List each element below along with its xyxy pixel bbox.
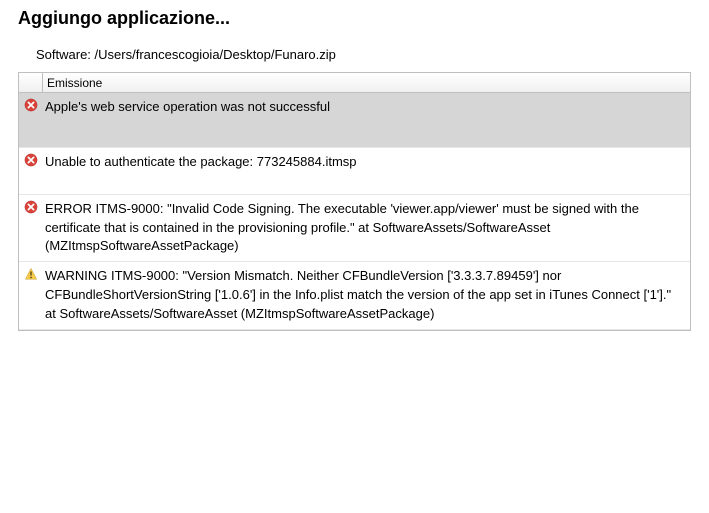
error-icon (24, 153, 38, 167)
row-message: Apple's web service operation was not su… (43, 93, 690, 147)
row-icon-cell (19, 262, 43, 281)
software-info: Software: /Users/francescogioia/Desktop/… (0, 33, 709, 68)
icon-column-header[interactable] (19, 73, 43, 92)
warning-icon (24, 267, 38, 281)
dialog-header: Aggiungo applicazione... (0, 0, 709, 33)
table-row[interactable]: Unable to authenticate the package: 7732… (19, 148, 690, 195)
row-icon-cell (19, 195, 43, 214)
error-icon (24, 98, 38, 112)
row-icon-cell (19, 148, 43, 167)
issues-table: Emissione Apple's web service operation … (18, 72, 691, 331)
row-message: WARNING ITMS-9000: "Version Mismatch. Ne… (43, 262, 690, 329)
table-header-row[interactable]: Emissione (19, 73, 690, 93)
emission-column-header[interactable]: Emissione (43, 76, 102, 90)
software-path: /Users/francescogioia/Desktop/Funaro.zip (95, 47, 336, 62)
table-body: Apple's web service operation was not su… (19, 93, 690, 330)
row-message: Unable to authenticate the package: 7732… (43, 148, 690, 194)
row-icon-cell (19, 93, 43, 112)
dialog-title: Aggiungo applicazione... (18, 8, 691, 29)
table-row[interactable]: Apple's web service operation was not su… (19, 93, 690, 148)
software-label: Software: (36, 47, 91, 62)
table-row[interactable]: ERROR ITMS-9000: "Invalid Code Signing. … (19, 195, 690, 263)
table-row[interactable]: WARNING ITMS-9000: "Version Mismatch. Ne… (19, 262, 690, 330)
row-message: ERROR ITMS-9000: "Invalid Code Signing. … (43, 195, 690, 262)
error-icon (24, 200, 38, 214)
